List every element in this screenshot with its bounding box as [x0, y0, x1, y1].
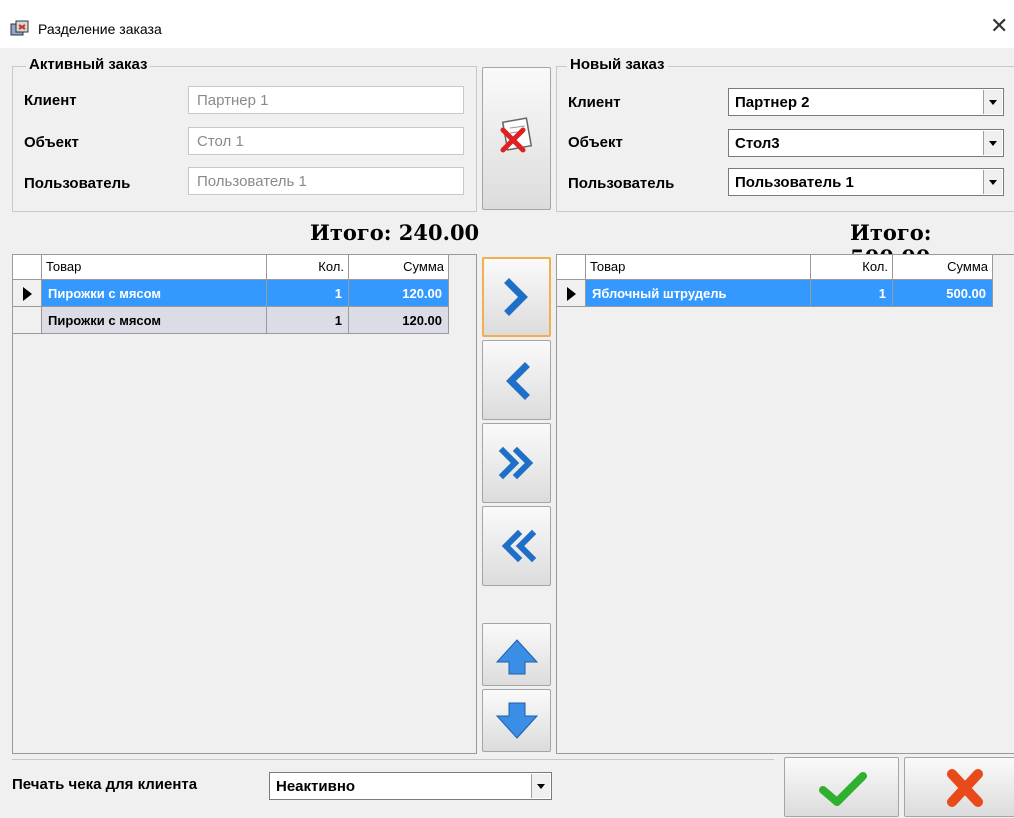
column-sum[interactable]: Сумма	[893, 255, 993, 279]
row-qty: 1	[267, 280, 349, 307]
active-client-field: Партнер 1	[188, 86, 464, 114]
active-order-legend: Активный заказ	[26, 56, 151, 73]
window-title: Разделение заказа	[38, 21, 162, 37]
move-down-button[interactable]	[482, 689, 551, 752]
row-indicator-icon	[557, 280, 586, 307]
active-client-label: Клиент	[24, 92, 77, 109]
column-product[interactable]: Товар	[586, 255, 811, 279]
grid-header-indicator	[13, 255, 42, 279]
new-order-legend: Новый заказ	[567, 56, 668, 73]
move-up-button[interactable]	[482, 623, 551, 686]
row-qty: 1	[811, 280, 893, 307]
active-object-label: Объект	[24, 134, 79, 151]
chevron-down-icon[interactable]	[983, 170, 1002, 194]
print-select[interactable]: Неактивно	[269, 772, 552, 800]
grid-header-indicator	[557, 255, 586, 279]
column-qty[interactable]: Кол.	[267, 255, 349, 279]
move-all-left-button[interactable]	[482, 506, 551, 586]
row-sum: 500.00	[893, 280, 993, 307]
ok-button[interactable]	[784, 757, 899, 817]
close-icon[interactable]: ✕	[990, 16, 1008, 38]
new-user-select[interactable]: Пользователь 1	[728, 168, 1004, 196]
new-client-select[interactable]: Партнер 2	[728, 88, 1004, 116]
new-object-value: Стол3	[735, 135, 780, 152]
move-left-button[interactable]	[482, 340, 551, 420]
new-client-label: Клиент	[568, 94, 621, 111]
row-product: Пирожки с мясом	[42, 307, 267, 334]
cancel-button[interactable]	[904, 757, 1014, 817]
new-object-label: Объект	[568, 134, 623, 151]
new-user-value: Пользователь 1	[735, 174, 854, 191]
row-indicator-icon	[13, 280, 42, 307]
footer-divider	[12, 759, 774, 760]
grid-header: Товар Кол. Сумма	[13, 255, 449, 280]
move-all-right-button[interactable]	[482, 423, 551, 503]
move-right-button[interactable]	[482, 257, 551, 337]
row-product: Пирожки с мясом	[42, 280, 267, 307]
row-indicator	[13, 307, 42, 334]
active-order-grid[interactable]: Товар Кол. Сумма Пирожки с мясом 1 120.0…	[12, 254, 477, 754]
row-qty: 1	[267, 307, 349, 334]
app-icon	[10, 19, 30, 37]
row-sum: 120.00	[349, 280, 449, 307]
column-sum[interactable]: Сумма	[349, 255, 449, 279]
new-object-select[interactable]: Стол3	[728, 129, 1004, 157]
active-total: Итого: 240.00	[310, 220, 480, 245]
new-client-value: Партнер 2	[735, 94, 810, 111]
column-product[interactable]: Товар	[42, 255, 267, 279]
grid-header: Товар Кол. Сумма	[557, 255, 993, 280]
new-user-label: Пользователь	[568, 175, 675, 192]
print-label: Печать чека для клиента	[12, 776, 198, 793]
row-product: Яблочный штрудель	[586, 280, 811, 307]
active-user-label: Пользователь	[24, 175, 131, 192]
clear-order-button[interactable]	[482, 67, 551, 210]
row-sum: 120.00	[349, 307, 449, 334]
print-value: Неактивно	[276, 778, 356, 795]
chevron-down-icon[interactable]	[983, 131, 1002, 155]
chevron-down-icon[interactable]	[531, 774, 550, 798]
column-qty[interactable]: Кол.	[811, 255, 893, 279]
active-object-field: Стол 1	[188, 127, 464, 155]
new-order-grid[interactable]: Товар Кол. Сумма Яблочный штрудель 1 500…	[556, 254, 1014, 754]
chevron-down-icon[interactable]	[983, 90, 1002, 114]
active-user-field: Пользователь 1	[188, 167, 464, 195]
